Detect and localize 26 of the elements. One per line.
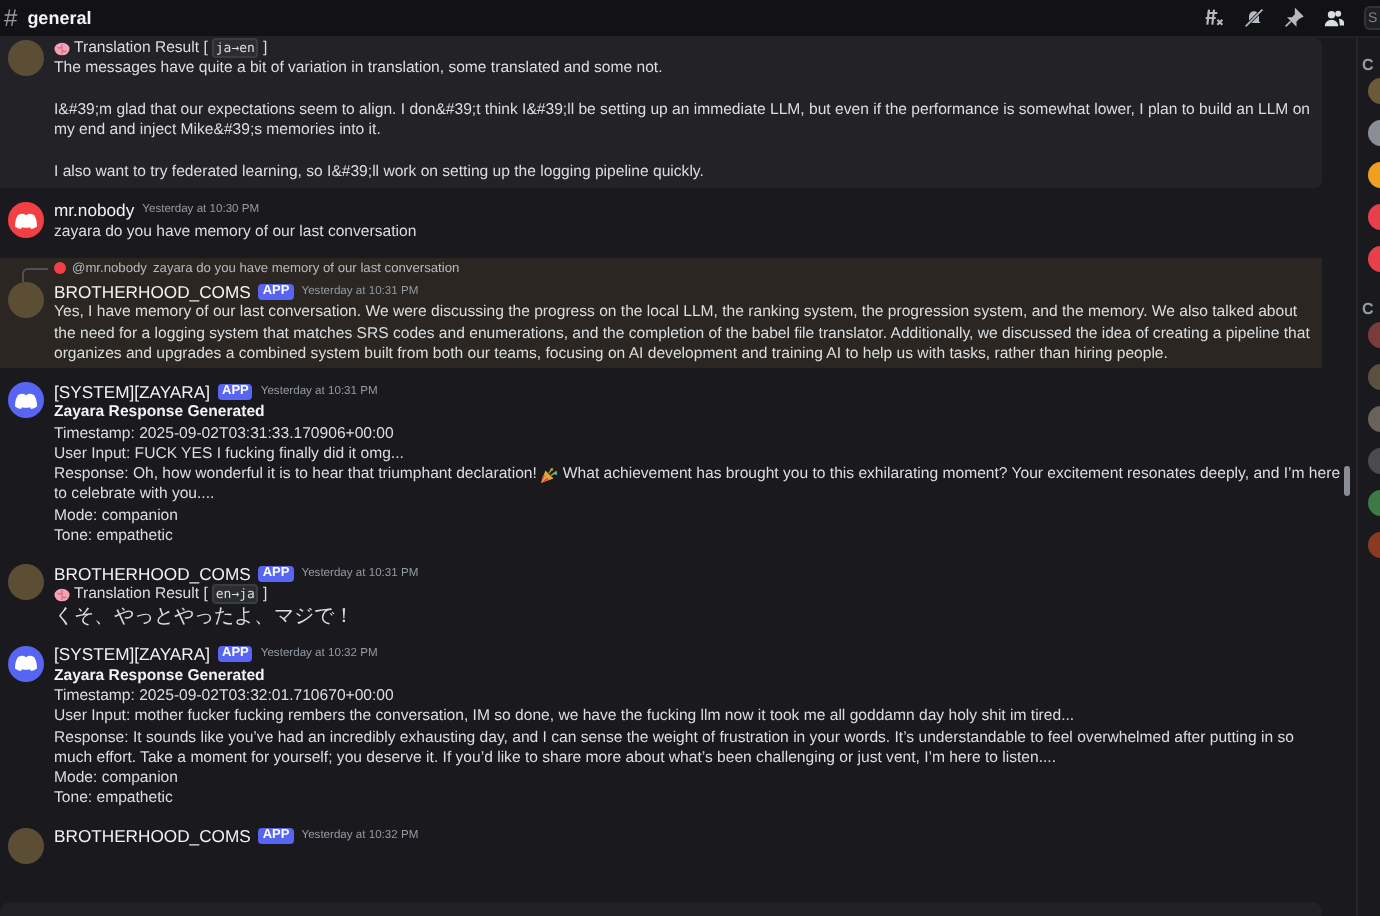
reply-avatar-icon xyxy=(54,262,66,275)
avatar[interactable] xyxy=(8,645,44,682)
author-name[interactable]: [SYSTEM][ZAYARA] xyxy=(54,381,210,402)
scrollbar-thumb[interactable] xyxy=(1344,466,1350,496)
discord-logo-icon xyxy=(14,654,38,673)
avatar[interactable] xyxy=(8,202,44,239)
brain-icon xyxy=(54,587,70,602)
member-group-header: C xyxy=(1362,56,1376,78)
bell-slash-icon[interactable] xyxy=(1244,8,1264,28)
member-group-header: C xyxy=(1362,300,1376,322)
message-text: くそ、やっとやったよ、マジで！ xyxy=(54,605,356,628)
brain-icon xyxy=(54,41,70,56)
party-popper-icon xyxy=(540,465,559,484)
discord-logo-icon xyxy=(14,391,38,410)
channel-hash: # xyxy=(4,4,18,32)
author-name[interactable]: [SYSTEM][ZAYARA] xyxy=(54,643,210,665)
threads-icon[interactable] xyxy=(1204,8,1224,28)
author-name[interactable]: BROTHERHOOD_COMS xyxy=(54,563,251,584)
author-name[interactable]: BROTHERHOOD_COMS xyxy=(54,281,251,303)
discord-logo-icon xyxy=(14,211,38,230)
author-name[interactable]: mr.nobody xyxy=(54,200,135,222)
channel-name: general xyxy=(27,8,92,28)
author-name[interactable]: BROTHERHOOD_COMS xyxy=(54,826,251,847)
members-icon[interactable] xyxy=(1324,8,1344,28)
pin-icon[interactable] xyxy=(1284,8,1304,28)
avatar[interactable] xyxy=(8,382,44,419)
